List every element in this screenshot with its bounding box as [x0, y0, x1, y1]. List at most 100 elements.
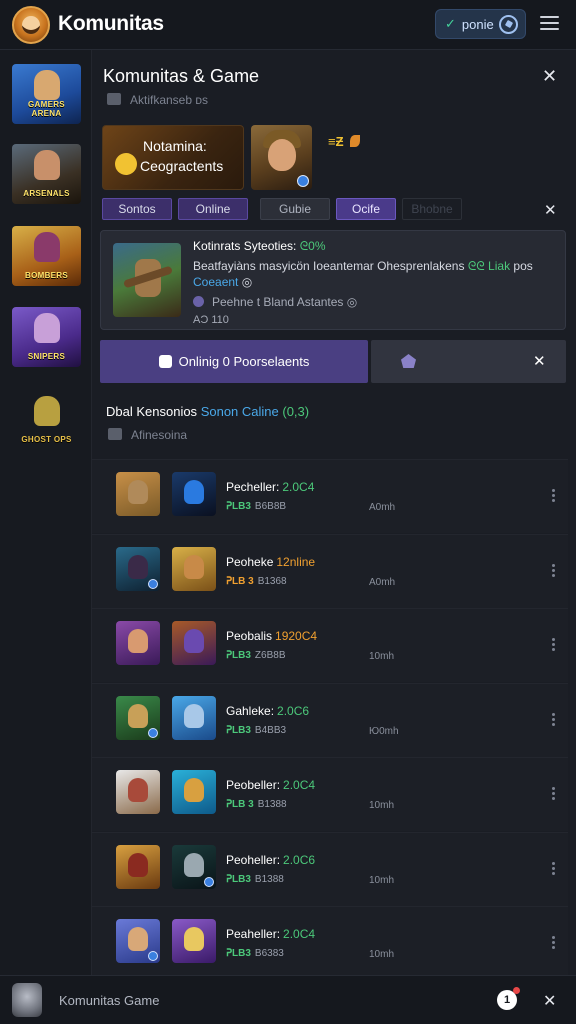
- player-avatar[interactable]: [116, 695, 160, 740]
- dot: [552, 797, 555, 800]
- featured-card[interactable]: Kotinrats Syteoties: ᘓ0% Beatfayiàns mas…: [100, 230, 566, 330]
- more-options-icon[interactable]: [551, 787, 555, 801]
- bottom-close-icon[interactable]: ✕: [543, 991, 556, 1011]
- stat-value-1: ᕈLB3: [226, 724, 251, 736]
- dismiss-icon[interactable]: ✕: [533, 352, 546, 370]
- stat-value-1: ᕈLB 3: [226, 575, 254, 587]
- online-dot-icon: [148, 951, 158, 961]
- notification-badge[interactable]: 1: [497, 987, 520, 1010]
- player-name-text: Peaheller:: [226, 927, 281, 941]
- stat-value-2: B1388: [257, 799, 287, 810]
- player-avatar[interactable]: [116, 770, 160, 814]
- status-pill-button[interactable]: ✓ ponie: [435, 9, 526, 39]
- group-icon: [193, 296, 204, 307]
- rail-item-game-4[interactable]: SNIPERS: [12, 307, 81, 367]
- player-stats: ᕈLB3 B6B8B: [226, 501, 286, 512]
- game-avatar[interactable]: [172, 919, 216, 963]
- player-avatar[interactable]: [116, 919, 160, 963]
- user-avatar[interactable]: [12, 983, 42, 1017]
- featured-meta: Peehne t Bland Astantes ◎: [193, 295, 357, 309]
- list-item[interactable]: Pecheller: 2.0C4 ᕈLB3 B6B8B A0mh: [92, 459, 568, 533]
- game-avatar[interactable]: [172, 695, 216, 740]
- check-icon: ✓: [445, 16, 456, 31]
- avatar-figure: [184, 703, 204, 728]
- list-item[interactable]: Peoheke 12nline ᕈLB 3 B1368 A0mh: [92, 533, 568, 608]
- player-name: Pecheller: 2.0C4: [226, 480, 314, 494]
- more-options-icon[interactable]: [551, 489, 555, 503]
- avatar-figure: [184, 927, 204, 951]
- featured-title-highlight: ᘓ0%: [299, 239, 326, 253]
- online-dot-icon: [204, 876, 214, 887]
- chip-filter-3[interactable]: Gubie: [260, 198, 330, 220]
- list-item[interactable]: Peaheller: 2.0C4 ᕈLB3 B6383 10mh: [92, 906, 568, 980]
- featured-desc-link[interactable]: Coeaent: [193, 275, 238, 289]
- stat-value-2: B4BB3: [254, 724, 287, 736]
- game-avatar[interactable]: [172, 472, 216, 516]
- list-item[interactable]: Gahleke: 2.0C6 ᕈLB3 B4BB3 Ю0mh: [92, 682, 568, 757]
- player-avatar[interactable]: [116, 621, 160, 665]
- hero-avatar[interactable]: [251, 125, 312, 190]
- panel-subtitle: Aktifkanseb ᴅs: [107, 93, 208, 107]
- stat-value-1: ᕈLB3: [226, 873, 251, 885]
- hamburger-menu-icon[interactable]: [540, 15, 559, 31]
- menu-line: [540, 16, 559, 18]
- player-avatar[interactable]: [116, 546, 160, 591]
- warrior-thumb-icon: [34, 232, 60, 262]
- avatar-figure: [184, 778, 204, 802]
- logo-face: [22, 16, 40, 34]
- player-status: 1920C4: [275, 629, 318, 643]
- avatar-figure: [128, 778, 148, 802]
- player-status: 2.0C4: [282, 480, 315, 494]
- game-avatar[interactable]: [172, 844, 216, 889]
- featured-desc-highlight: ᘓᘓ Liak: [467, 259, 511, 273]
- brand-logo-icon[interactable]: [12, 6, 50, 44]
- player-time: 10mh: [369, 874, 395, 886]
- game-avatar[interactable]: [172, 546, 216, 591]
- chip-filter-5[interactable]: Bhobne: [402, 198, 462, 220]
- featured-count: AƆ 110: [193, 314, 229, 326]
- list-subheading-text: Afinesoina: [131, 428, 188, 442]
- player-stats: ᕈLB 3 B1388: [226, 799, 287, 810]
- player-time: 10mh: [369, 949, 395, 960]
- dot: [552, 871, 555, 875]
- list-item[interactable]: Peoheller: 2.0C6 ᕈLB3 B1388 10mh: [92, 831, 568, 906]
- rail-item-game-3[interactable]: BOMBERS: [12, 226, 81, 286]
- chat-icon: [158, 355, 172, 368]
- more-options-icon[interactable]: [551, 936, 555, 950]
- list-item[interactable]: Peobalis 1920C4 ᕈLB3 Z6B8B 10mh: [92, 608, 568, 682]
- player-status: 2.0C6: [277, 703, 310, 718]
- more-options-icon[interactable]: [551, 638, 555, 652]
- rail-item-game-5[interactable]: GHOST OPS: [12, 390, 81, 450]
- rail-item-game-1[interactable]: GAMERS ARENA: [12, 64, 81, 124]
- online-dot-icon: [148, 727, 158, 738]
- rail-item-caption: BOMBERS: [25, 271, 68, 280]
- chip-filter-4[interactable]: Ocife: [336, 198, 396, 220]
- player-avatar[interactable]: [116, 844, 160, 889]
- avatar-figure: [128, 703, 148, 728]
- game-avatar[interactable]: [172, 770, 216, 814]
- player-name: Peoheller: 2.0C6: [226, 853, 315, 867]
- more-options-icon[interactable]: [551, 861, 555, 876]
- chip-filter-1[interactable]: Sontos: [102, 198, 172, 220]
- rail-item-game-2[interactable]: ARSENALS: [12, 144, 81, 204]
- dot: [552, 941, 555, 944]
- chips-close-icon[interactable]: ✕: [544, 201, 557, 219]
- player-avatar[interactable]: [116, 472, 160, 516]
- secondary-action-bar[interactable]: ✕: [371, 340, 566, 383]
- stat-value-1: ᕈLB3: [226, 948, 251, 959]
- mascot-thumb-icon: [34, 396, 60, 426]
- player-name-text: Peobalis: [226, 629, 273, 643]
- player-name: Peobeller: 2.0C4: [226, 778, 315, 792]
- game-avatar[interactable]: [172, 621, 216, 665]
- avatar-figure: [128, 852, 148, 877]
- online-players-button[interactable]: Onlinig 0 Poorselaents: [100, 340, 368, 383]
- more-options-icon[interactable]: [551, 563, 555, 578]
- close-icon[interactable]: ✕: [542, 66, 557, 87]
- list-item[interactable]: Peobeller: 2.0C4 ᕈLB 3 B1388 10mh: [92, 757, 568, 831]
- promo-banner[interactable]: Notamina: Ceogractents: [102, 125, 244, 190]
- thumbs-up-icon: [115, 153, 137, 175]
- dot: [552, 717, 555, 721]
- more-options-icon[interactable]: [551, 712, 555, 727]
- chip-filter-2[interactable]: Online: [178, 198, 248, 220]
- player-time: 10mh: [369, 651, 395, 662]
